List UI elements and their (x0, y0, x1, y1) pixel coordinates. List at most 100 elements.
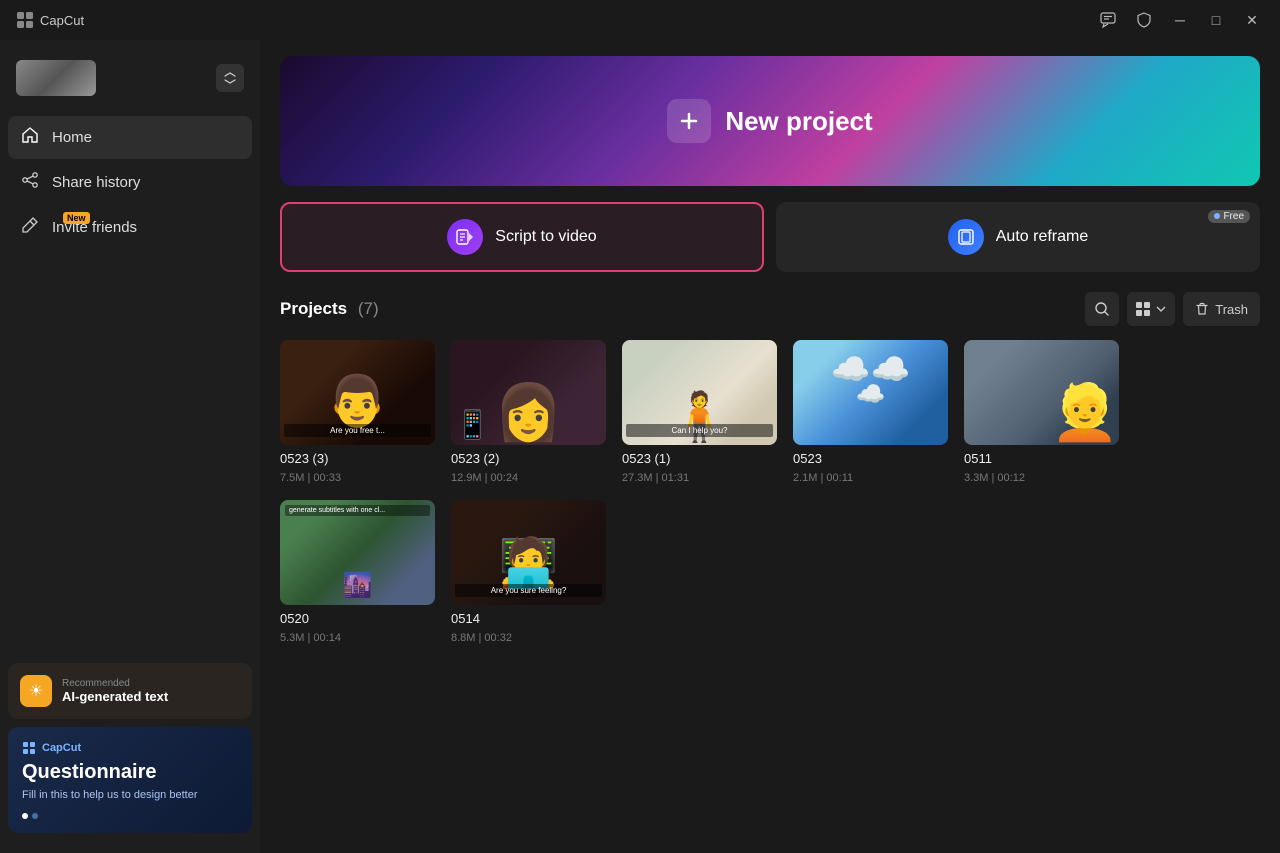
project-item[interactable]: ☁️☁️ ☁️ 0523 2.1M | 00:11 (793, 340, 948, 484)
home-label: Home (52, 129, 92, 146)
project-thumbnail: 👱 (964, 340, 1119, 445)
dot-2 (32, 813, 38, 819)
auto-reframe-button[interactable]: Auto reframe Free (776, 202, 1260, 272)
trash-button[interactable]: Trash (1183, 292, 1260, 326)
questionnaire-brand: CapCut (42, 742, 81, 754)
recommended-card[interactable]: ☀ Recommended AI-generated text (8, 663, 252, 719)
recommended-label: Recommended (62, 678, 168, 689)
project-subtitle: Can I help you? (626, 424, 773, 437)
script-to-video-button[interactable]: Script to video (280, 202, 764, 272)
project-name: 0511 (964, 451, 1119, 466)
new-project-inner: New project (667, 99, 872, 143)
project-name: 0514 (451, 611, 606, 626)
chevron-down-icon (1155, 303, 1167, 315)
new-project-icon (667, 99, 711, 143)
project-item[interactable]: generate subtitles with one cl... 🌆 0520… (280, 500, 435, 644)
maximize-icon: □ (1212, 12, 1220, 28)
shield-icon (1136, 12, 1152, 28)
project-thumbnail: 👨 Are you free t... (280, 340, 435, 445)
project-subtitle: Are you sure feeling? (455, 584, 602, 597)
share-history-label: Share history (52, 174, 140, 191)
questionnaire-dots (22, 813, 238, 819)
capcut-logo-icon (16, 11, 34, 29)
project-item[interactable]: 👱 0511 3.3M | 00:12 (964, 340, 1119, 484)
projects-count: (7) (358, 299, 379, 318)
project-thumbnail: generate subtitles with one cl... 🌆 (280, 500, 435, 605)
titlebar-controls: ─ □ ✕ (1092, 6, 1268, 34)
switch-icon (223, 71, 237, 85)
avatar (16, 60, 96, 96)
project-meta: 7.5M | 00:33 (280, 472, 435, 484)
maximize-button[interactable]: □ (1200, 6, 1232, 34)
trash-label: Trash (1215, 302, 1248, 317)
questionnaire-card[interactable]: CapCut Questionnaire Fill in this to hel… (8, 727, 252, 833)
sidebar-item-share-history[interactable]: Share history (8, 161, 252, 204)
close-button[interactable]: ✕ (1236, 6, 1268, 34)
titlebar: CapCut ─ □ ✕ (0, 0, 1280, 40)
project-item[interactable]: 👨 Are you free t... 0523 (3) 7.5M | 00:3… (280, 340, 435, 484)
titlebar-left: CapCut (16, 11, 84, 29)
project-subtitle: Are you free t... (284, 424, 431, 437)
project-meta: 3.3M | 00:12 (964, 472, 1119, 484)
app-name: CapCut (40, 13, 84, 28)
project-name: 0523 (3) (280, 451, 435, 466)
share-icon (20, 171, 40, 194)
new-badge: New (63, 212, 90, 224)
project-item[interactable]: 🧑‍💻 Are you sure feeling? 0514 8.8M | 00… (451, 500, 606, 644)
questionnaire-title: Questionnaire (22, 761, 238, 784)
account-switch-button[interactable] (216, 64, 244, 92)
search-button[interactable] (1085, 292, 1119, 326)
projects-actions: Trash (1085, 292, 1260, 326)
capcut-small-logo (22, 741, 36, 755)
script-to-video-label: Script to video (495, 228, 596, 246)
quick-actions: Script to video Auto reframe Free (280, 202, 1260, 272)
recommended-title: AI-generated text (62, 689, 168, 704)
new-project-label: New project (725, 106, 872, 137)
sidebar: Home Share history (0, 40, 260, 853)
project-thumbnail: 🧍 Can I help you? (622, 340, 777, 445)
project-name: 0523 (793, 451, 948, 466)
project-name: 0520 (280, 611, 435, 626)
projects-title-group: Projects (7) (280, 299, 379, 319)
free-badge: Free (1208, 210, 1250, 223)
project-meta: 27.3M | 01:31 (622, 472, 777, 484)
dot-1 (22, 813, 28, 819)
content-area: New project Script to video (260, 40, 1280, 853)
project-item[interactable]: 🧍 Can I help you? 0523 (1) 27.3M | 01:31 (622, 340, 777, 484)
recommended-text: Recommended AI-generated text (62, 678, 168, 704)
project-thumbnail: 🧑‍💻 Are you sure feeling? (451, 500, 606, 605)
view-toggle-button[interactable] (1127, 292, 1175, 326)
main-layout: Home Share history (0, 40, 1280, 853)
home-icon (20, 126, 40, 149)
project-meta: 2.1M | 00:11 (793, 472, 948, 484)
questionnaire-description: Fill in this to help us to design better (22, 788, 238, 803)
feedback-button[interactable] (1092, 6, 1124, 34)
auto-reframe-label: Auto reframe (996, 228, 1088, 246)
search-icon (1094, 301, 1110, 317)
project-thumbnail: ☁️☁️ ☁️ (793, 340, 948, 445)
security-button[interactable] (1128, 6, 1160, 34)
grid-icon (1135, 301, 1151, 317)
sidebar-item-invite-friends[interactable]: Invite friends New (8, 206, 252, 249)
project-item[interactable]: 👩 📱 0523 (2) 12.9M | 00:24 (451, 340, 606, 484)
projects-title: Projects (7) (280, 299, 379, 318)
script-to-video-icon (447, 219, 483, 255)
feedback-icon (1100, 12, 1116, 28)
project-thumbnail: 👩 📱 (451, 340, 606, 445)
projects-header: Projects (7) (280, 292, 1260, 326)
project-meta: 12.9M | 00:24 (451, 472, 606, 484)
auto-reframe-icon (948, 219, 984, 255)
projects-grid: 👨 Are you free t... 0523 (3) 7.5M | 00:3… (280, 340, 1260, 644)
sidebar-navigation: Home Share history (0, 112, 260, 253)
minimize-button[interactable]: ─ (1164, 6, 1196, 34)
minimize-icon: ─ (1175, 12, 1185, 28)
new-project-banner[interactable]: New project (280, 56, 1260, 186)
close-icon: ✕ (1246, 12, 1258, 29)
recommended-icon: ☀ (20, 675, 52, 707)
project-name: 0523 (2) (451, 451, 606, 466)
project-meta: 5.3M | 00:14 (280, 632, 435, 644)
sidebar-item-home[interactable]: Home (8, 116, 252, 159)
project-meta: 8.8M | 00:32 (451, 632, 606, 644)
invite-icon (20, 216, 40, 239)
trash-icon (1195, 302, 1209, 316)
